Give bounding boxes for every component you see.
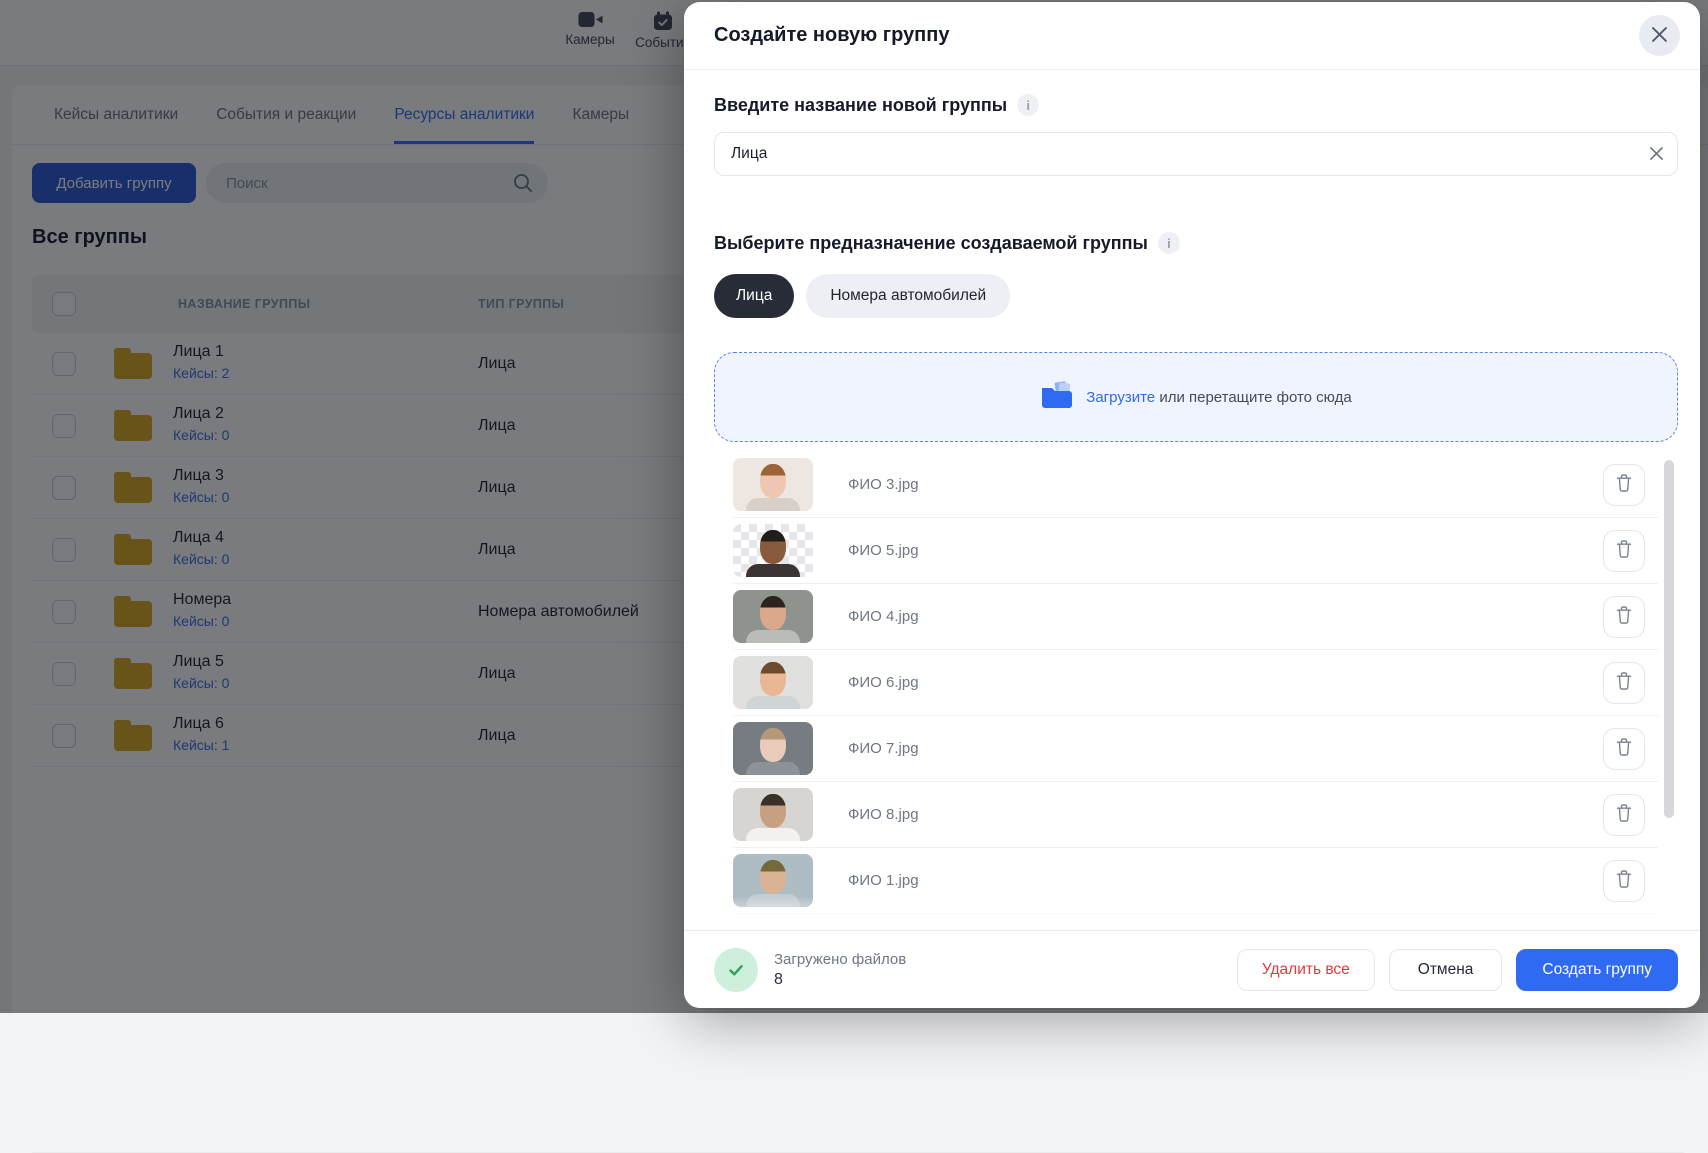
trash-icon <box>1616 870 1632 891</box>
section-label-text: Выберите предназначение создаваемой груп… <box>714 233 1148 254</box>
photo-thumbnail <box>733 656 813 709</box>
info-icon[interactable]: i <box>1017 94 1039 116</box>
face-placeholder <box>760 596 786 630</box>
photo-thumbnail <box>733 524 813 577</box>
face-placeholder <box>760 530 786 564</box>
delete-file-button[interactable] <box>1603 662 1645 704</box>
group-name-input[interactable] <box>731 145 1633 163</box>
trash-icon <box>1616 474 1632 495</box>
status-texts: Загружено файлов 8 <box>774 951 906 989</box>
scrollbar-thumb[interactable] <box>1664 460 1674 818</box>
clear-input-icon[interactable] <box>1650 147 1663 165</box>
upload-hint: или перетащите фото сюда <box>1159 389 1351 406</box>
delete-file-button[interactable] <box>1603 464 1645 506</box>
face-placeholder <box>760 662 786 696</box>
delete-file-button[interactable] <box>1603 596 1645 638</box>
upload-link[interactable]: Загрузите <box>1086 389 1155 406</box>
trash-icon <box>1616 606 1632 627</box>
file-name: ФИО 1.jpg <box>848 872 919 889</box>
torso-placeholder <box>746 564 800 577</box>
purpose-option-pill[interactable]: Лица <box>714 274 794 318</box>
upload-status: Загружено файлов 8 <box>714 948 906 992</box>
modal-title: Создайте новую группу <box>714 24 949 47</box>
file-row: ФИО 3.jpg <box>733 452 1658 518</box>
purpose-section-label: Выберите предназначение создаваемой груп… <box>714 232 1678 254</box>
file-name: ФИО 4.jpg <box>848 608 919 625</box>
face-placeholder <box>760 794 786 828</box>
trash-icon <box>1616 540 1632 561</box>
delete-file-button[interactable] <box>1603 530 1645 572</box>
upload-folder-icon <box>1040 381 1074 413</box>
file-name: ФИО 6.jpg <box>848 674 919 691</box>
trash-icon <box>1616 738 1632 759</box>
file-row: ФИО 7.jpg <box>733 716 1658 782</box>
file-name: ФИО 8.jpg <box>848 806 919 823</box>
file-list: ФИО 3.jpg ФИО 5.jpg <box>684 452 1700 930</box>
status-label: Загружено файлов <box>774 951 906 968</box>
file-name: ФИО 5.jpg <box>848 542 919 559</box>
file-row: ФИО 8.jpg <box>733 782 1658 848</box>
modal-header: Создайте новую группу <box>684 2 1700 70</box>
group-name-field[interactable] <box>714 132 1678 176</box>
upload-dropzone[interactable]: Загрузите или перетащите фото сюда <box>714 352 1678 442</box>
purpose-option-pill[interactable]: Номера автомобилей <box>806 274 1010 318</box>
delete-file-button[interactable] <box>1603 728 1645 770</box>
modal-body: Введите название новой группы i Выберите… <box>684 70 1700 930</box>
torso-placeholder <box>746 828 800 841</box>
face-placeholder <box>760 860 786 894</box>
pill-label: Лица <box>736 287 772 305</box>
trash-icon <box>1616 804 1632 825</box>
cancel-button[interactable]: Отмена <box>1389 949 1503 991</box>
upload-text: Загрузите или перетащите фото сюда <box>1086 389 1351 406</box>
list-bottom-fade <box>684 896 1684 930</box>
section-label-text: Введите название новой группы <box>714 95 1007 116</box>
file-name: ФИО 7.jpg <box>848 740 919 757</box>
photo-thumbnail <box>733 458 813 511</box>
close-button[interactable] <box>1639 15 1680 56</box>
success-check-icon <box>714 948 758 992</box>
torso-placeholder <box>746 696 800 709</box>
photo-thumbnail <box>733 590 813 643</box>
file-row: ФИО 5.jpg <box>733 518 1658 584</box>
trash-icon <box>1616 672 1632 693</box>
file-list-wrap: ФИО 3.jpg ФИО 5.jpg <box>684 452 1700 930</box>
file-name: ФИО 3.jpg <box>848 476 919 493</box>
pill-label: Номера автомобилей <box>830 287 986 305</box>
torso-placeholder <box>746 762 800 775</box>
file-row: ФИО 4.jpg <box>733 584 1658 650</box>
create-group-modal: Создайте новую группу Введите название н… <box>684 2 1700 1008</box>
torso-placeholder <box>746 630 800 643</box>
modal-footer: Загружено файлов 8 Удалить все Отмена Со… <box>684 930 1700 1008</box>
photo-thumbnail <box>733 722 813 775</box>
file-row: ФИО 6.jpg <box>733 650 1658 716</box>
create-group-button[interactable]: Создать группу <box>1516 949 1678 991</box>
purpose-toggle: Лица Номера автомобилей <box>714 274 1678 318</box>
close-icon <box>1652 27 1667 45</box>
footer-buttons: Удалить все Отмена Создать группу <box>1237 949 1678 991</box>
delete-file-button[interactable] <box>1603 794 1645 836</box>
photo-thumbnail <box>733 788 813 841</box>
files-count: 8 <box>774 971 906 989</box>
face-placeholder <box>760 464 786 498</box>
face-placeholder <box>760 728 786 762</box>
name-section-label: Введите название новой группы i <box>714 94 1678 116</box>
delete-all-button[interactable]: Удалить все <box>1237 949 1375 991</box>
info-icon[interactable]: i <box>1158 232 1180 254</box>
torso-placeholder <box>746 498 800 511</box>
